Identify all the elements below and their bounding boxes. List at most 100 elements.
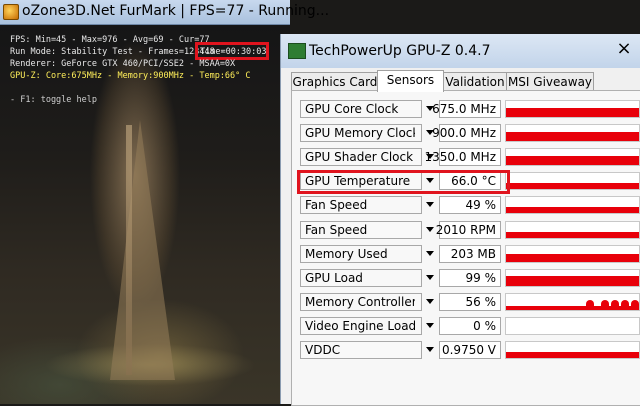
osd-gpuz-info: GPU-Z: Core:675MHz - Memory:900MHz - Tem… (10, 71, 251, 81)
sensor-selector[interactable]: Fan Speed (300, 221, 422, 239)
sensor-row: GPU Shader Clock 1350.0 MHz (300, 148, 640, 168)
sensor-value: 900.0 MHz (432, 126, 496, 140)
sensor-value-field: 203 MB (439, 245, 501, 263)
sensor-value-field: 99 % (439, 269, 501, 287)
sensor-graph-fill (506, 156, 639, 165)
sensor-graph-fill (506, 232, 639, 238)
furmark-window-title: oZone3D.Net FurMark | FPS=77 - Running..… (22, 3, 330, 19)
tab-sensors[interactable]: Sensors (377, 70, 444, 92)
sensor-row: Fan Speed 49 % (300, 196, 640, 216)
sensor-label: Fan Speed (305, 223, 368, 237)
sensor-graph-fill (506, 351, 639, 358)
gpuz-titlebar[interactable]: TechPowerUp GPU-Z 0.4.7 × (281, 34, 640, 68)
close-icon[interactable]: × (613, 38, 635, 60)
sensor-value-field: 0 % (439, 317, 501, 335)
sensor-row: VDDC 0.9750 V (300, 341, 640, 361)
sensor-value: 99 % (465, 271, 497, 285)
sensor-value: 2010 RPM (435, 223, 496, 237)
sensor-value: 49 % (465, 198, 497, 212)
sensor-row: GPU Load 99 % (300, 269, 640, 289)
chevron-down-icon[interactable] (426, 202, 434, 207)
sensor-selector[interactable]: Fan Speed (300, 196, 422, 214)
sensor-selector[interactable]: GPU Core Clock (300, 100, 422, 118)
sensor-graph-fill (506, 276, 639, 286)
sensor-row: Fan Speed 2010 RPM (300, 221, 640, 241)
sensor-label: Video Engine Load (305, 319, 415, 333)
sensor-graph (505, 269, 640, 287)
sensor-graph (505, 196, 640, 214)
sensor-selector[interactable]: GPU Load (300, 269, 422, 287)
sensor-value-field: 675.0 MHz (432, 100, 501, 118)
graph-spike (631, 300, 639, 310)
sensor-row: GPU Core Clock 675.0 MHz (300, 100, 640, 120)
sensor-selector[interactable]: Memory Used (300, 245, 422, 263)
sensor-row: GPU Memory Clock 900.0 MHz (300, 124, 640, 144)
sensor-graph (505, 341, 640, 359)
sensor-selector[interactable]: Video Engine Load (300, 317, 422, 335)
sensor-graph-fill (506, 207, 639, 213)
sensor-graph (505, 221, 640, 239)
osd-run-mode: Run Mode: Stability Test - Frames=123448… (10, 47, 225, 57)
graph-spike (586, 300, 594, 310)
osd-help: - F1: toggle help (10, 95, 97, 105)
sensor-graph (505, 245, 640, 263)
sensor-value-field: 900.0 MHz (432, 124, 501, 142)
sensor-label: Memory Used (305, 247, 388, 261)
furmark-render-canvas (0, 25, 290, 404)
sensor-row: Memory Used 203 MB (300, 245, 640, 265)
time-highlight-box (195, 42, 269, 60)
sensor-value-field: 2010 RPM (435, 221, 501, 239)
sensor-value: 1350.0 MHz (424, 150, 496, 164)
sensor-graph-fill (506, 306, 639, 310)
sensor-graph-fill (506, 182, 639, 189)
tab-msi-giveaway[interactable]: MSI Giveaway (506, 72, 594, 91)
furmark-titlebar[interactable]: oZone3D.Net FurMark | FPS=77 - Running..… (0, 0, 329, 25)
sensor-label: Memory Controller Lo... (305, 295, 415, 309)
sensor-label: GPU Core Clock (305, 102, 399, 116)
sensor-label: Fan Speed (305, 198, 368, 212)
chevron-down-icon[interactable] (426, 299, 434, 304)
scene-rock-spire (110, 120, 175, 380)
sensor-value: 203 MB (450, 247, 496, 261)
tab-graphics-card[interactable]: Graphics Card (291, 72, 379, 91)
sensor-graph (505, 148, 640, 166)
sensor-row: Video Engine Load 0 % (300, 317, 640, 337)
sensor-label: GPU Load (305, 271, 363, 285)
gpuz-tabs: Graphics Card Sensors Validation MSI Giv… (291, 70, 631, 92)
sensor-selector[interactable]: VDDC (300, 341, 422, 359)
furmark-app-icon (3, 4, 19, 20)
chevron-down-icon[interactable] (426, 227, 434, 232)
sensor-graph (505, 317, 640, 335)
sensor-selector[interactable]: Memory Controller Lo... (300, 293, 422, 311)
sensor-graph (505, 293, 640, 311)
sensor-graph-fill (506, 132, 639, 141)
temperature-highlight-box (297, 170, 510, 194)
sensor-value-field: 0.9750 V (439, 341, 501, 359)
sensor-value-field: 49 % (439, 196, 501, 214)
sensor-value-field: 56 % (439, 293, 501, 311)
gpuz-window-title: TechPowerUp GPU-Z 0.4.7 (309, 43, 491, 59)
osd-fps: FPS: Min=45 - Max=976 - Avg=69 - Cur=77 (10, 35, 210, 45)
sensor-selector[interactable]: GPU Shader Clock (300, 148, 422, 166)
sensor-graph-fill (506, 254, 639, 262)
sensor-graph (505, 124, 640, 142)
sensor-graph-fill (506, 108, 639, 117)
sensor-graph (505, 100, 640, 118)
gpuz-app-icon (288, 43, 306, 59)
sensor-label: GPU Shader Clock (305, 150, 414, 164)
graph-spike (601, 300, 609, 310)
sensor-value: 56 % (465, 295, 497, 309)
graph-spike (611, 300, 619, 310)
sensor-selector[interactable]: GPU Memory Clock (300, 124, 422, 142)
sensor-row: Memory Controller Lo... 56 % (300, 293, 640, 313)
chevron-down-icon[interactable] (426, 275, 434, 280)
chevron-down-icon[interactable] (426, 251, 434, 256)
chevron-down-icon[interactable] (426, 347, 434, 352)
chevron-down-icon[interactable] (426, 323, 434, 328)
osd-renderer: Renderer: GeForce GTX 460/PCI/SSE2 - MSA… (10, 59, 236, 69)
tab-validation[interactable]: Validation (443, 72, 507, 91)
sensor-value-field: 1350.0 MHz (425, 148, 501, 166)
sensor-graph (505, 172, 640, 190)
sensor-label: GPU Memory Clock (305, 126, 415, 140)
graph-spike (621, 300, 629, 310)
